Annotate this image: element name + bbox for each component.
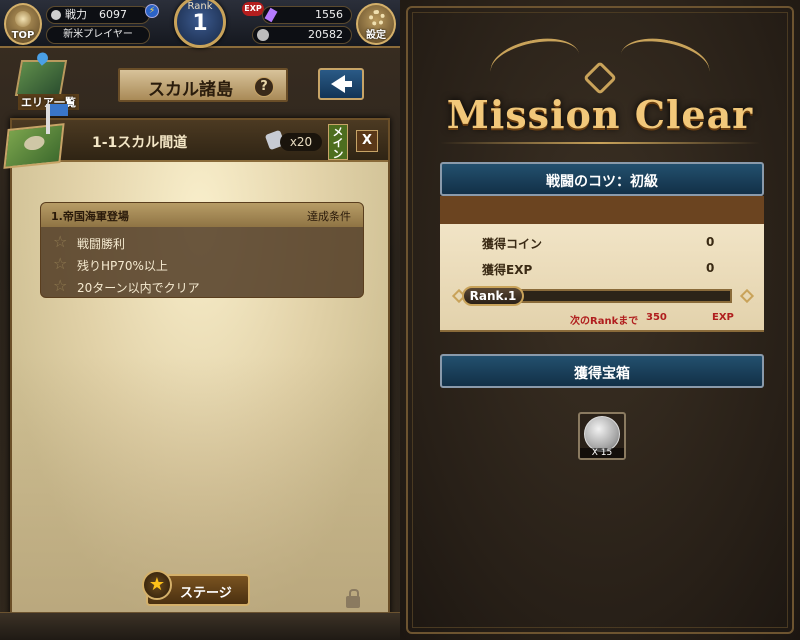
island-title: スカル諸島 bbox=[148, 80, 233, 100]
condition-text: 戦闘勝利 bbox=[77, 237, 126, 251]
treasure-header: 獲得宝箱 bbox=[574, 366, 630, 382]
bottom-bar bbox=[0, 612, 400, 640]
mission-card: 1.帝国海軍登場 達成条件 ☆ 戦闘勝利 ☆ 残りHP70%以上 ☆ 20ターン… bbox=[40, 202, 364, 298]
star-icon: ☆ bbox=[53, 232, 68, 251]
treasure-item-slot[interactable]: X 15 bbox=[578, 412, 626, 460]
star-icon: ☆ bbox=[53, 254, 68, 273]
back-button[interactable] bbox=[318, 68, 364, 100]
reward-label: 獲得コイン bbox=[482, 237, 543, 251]
left-wing bbox=[486, 31, 584, 95]
lightning-icon: ⚡ bbox=[145, 4, 159, 18]
map-pin-icon bbox=[34, 50, 51, 66]
stage-button-label: ステージ bbox=[180, 586, 232, 601]
top-hud: TOP 戦力 6097 新米プレイヤー ⚡ Rank 1 EXP 1556 20… bbox=[0, 0, 400, 48]
settings-button[interactable]: 設定 bbox=[356, 3, 396, 45]
rank-progress-bar: Rank.1 bbox=[451, 286, 755, 306]
gem-icon bbox=[264, 7, 278, 23]
modal-header: 1-1スカル間道 x20 メイン X bbox=[3, 104, 388, 169]
reward-row: 獲得EXP 0 bbox=[440, 258, 764, 280]
rank-pill: Rank.1 bbox=[462, 286, 524, 306]
flag-cloth bbox=[50, 104, 68, 116]
gear-icon bbox=[369, 10, 385, 26]
stage-detail-modal: 1-1スカル間道 x20 メイン X 1.帝国海軍登場 達成条件 ☆ 戦闘勝利 … bbox=[3, 104, 390, 618]
title-divider bbox=[440, 142, 760, 144]
gem-value: 1556 bbox=[315, 8, 343, 21]
next-rank-unit: EXP bbox=[712, 312, 734, 323]
rank-medal: Rank 1 bbox=[160, 0, 240, 50]
reward-value: 0 bbox=[706, 261, 715, 275]
stage-select-screen: TOP 戦力 6097 新米プレイヤー ⚡ Rank 1 EXP 1556 20… bbox=[0, 0, 400, 640]
reward-value: 0 bbox=[706, 235, 715, 249]
mission-name-banner: 戦闘のコツ：初級 bbox=[440, 162, 764, 196]
coin-counter: 20582 bbox=[252, 26, 352, 44]
island-title-plate: スカル諸島 ? bbox=[118, 68, 288, 102]
wings-emblem-icon bbox=[486, 31, 714, 100]
close-button[interactable]: X bbox=[356, 130, 378, 152]
top-button-label: TOP bbox=[11, 30, 35, 41]
next-rank-value: 350 bbox=[646, 312, 667, 323]
main-tag: メイン bbox=[328, 124, 348, 160]
bar-cap-right bbox=[739, 288, 755, 304]
item-count: X 15 bbox=[580, 448, 624, 458]
stage-start-button[interactable]: ★ ステージ bbox=[142, 570, 250, 606]
condition-header: 達成条件 bbox=[307, 210, 351, 223]
star-icon: ☆ bbox=[53, 276, 68, 295]
settings-label: 設定 bbox=[366, 30, 386, 41]
treasure-banner: 獲得宝箱 bbox=[440, 354, 764, 388]
power-stat: 戦力 6097 bbox=[46, 6, 150, 24]
condition-text: 20ターン以内でクリア bbox=[77, 281, 200, 295]
condition-text: 残りHP70%以上 bbox=[77, 259, 168, 273]
gem-counter: 1556 bbox=[262, 6, 352, 24]
stage-title: 1-1スカル間道 bbox=[92, 135, 188, 151]
reward-label: 獲得EXP bbox=[482, 263, 533, 277]
mission-clear-title: Mission Clear bbox=[446, 92, 754, 137]
result-box: 獲得コイン 0 獲得EXP 0 Rank.1 次のRankまで 350 EXP bbox=[440, 224, 764, 332]
area-list-button[interactable] bbox=[14, 50, 68, 96]
cleared-mission-name: 戦闘のコツ：初級 bbox=[546, 174, 658, 190]
power-icon bbox=[51, 10, 61, 20]
mission-name: 1.帝国海軍登場 bbox=[51, 210, 129, 223]
power-label: 戦力 bbox=[65, 8, 87, 21]
silver-coin-icon bbox=[584, 416, 620, 452]
player-name: 新米プレイヤー bbox=[46, 26, 150, 44]
top-button[interactable]: TOP bbox=[4, 3, 42, 45]
reward-count: x20 bbox=[280, 133, 322, 151]
emblem-center bbox=[583, 61, 617, 95]
coin-value: 20582 bbox=[308, 28, 343, 41]
stage-flag-icon bbox=[3, 123, 65, 169]
star-icon: ★ bbox=[142, 570, 172, 600]
reward-row: 獲得コイン 0 bbox=[440, 232, 764, 254]
exp-badge: EXP bbox=[242, 2, 264, 16]
back-arrow-tail bbox=[342, 81, 352, 87]
home-emblem-icon bbox=[15, 11, 31, 27]
stage-stone bbox=[23, 135, 46, 152]
lock-icon bbox=[346, 589, 360, 608]
rank-number: 1 bbox=[192, 11, 208, 36]
power-value: 6097 bbox=[99, 8, 127, 21]
next-rank-label: 次のRankまで bbox=[570, 316, 639, 327]
help-icon[interactable]: ? bbox=[254, 77, 274, 97]
coin-icon bbox=[257, 29, 269, 41]
mission-card-header: 1.帝国海軍登場 達成条件 bbox=[41, 203, 363, 227]
mission-description-strip bbox=[440, 196, 764, 224]
right-wing bbox=[616, 31, 714, 95]
mission-clear-screen: Mission Clear 戦闘のコツ：初級 獲得コイン 0 獲得EXP 0 R… bbox=[400, 0, 800, 640]
